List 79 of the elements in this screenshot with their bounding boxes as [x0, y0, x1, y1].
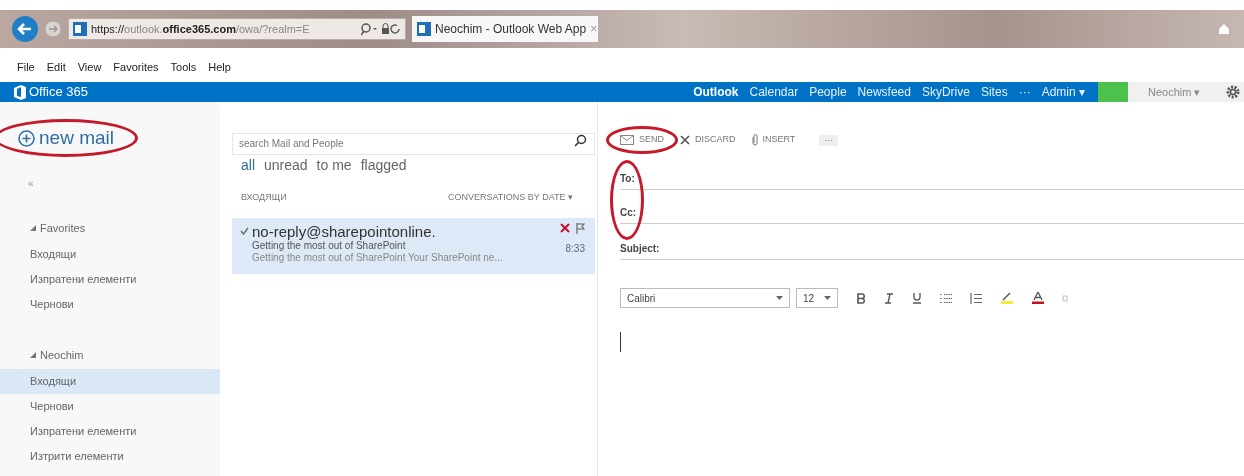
message-item[interactable]: no-reply@sharepointonline. Getting the most out of SharePoint Getting the most out of SharePoint Your SharePoint ne... 8:33	[232, 217, 595, 274]
highlight-icon[interactable]	[1000, 292, 1014, 304]
outlook-icon	[417, 22, 431, 36]
filter-tab[interactable]: to me	[316, 155, 352, 176]
filter-tab[interactable]: flagged	[360, 155, 407, 176]
text-cursor	[620, 332, 621, 352]
message-time: 8:33	[565, 241, 585, 256]
message-sender: no-reply@sharepointonline.	[252, 222, 436, 240]
discard-button[interactable]: DISCARD	[680, 133, 736, 147]
menu-item[interactable]: Edit	[46, 58, 66, 75]
address-bar[interactable]: https://outlook.office365.com/owa/?realm=E	[68, 18, 406, 40]
search-icon	[574, 134, 587, 147]
folder-item[interactable]: Входящи	[0, 369, 220, 394]
message-preview: Getting the most out of SharePoint Your SharePoint ne...	[252, 251, 504, 264]
outlook-icon	[73, 22, 87, 36]
send-button[interactable]: SEND	[620, 133, 664, 147]
browser-tab[interactable]: Neochim - Outlook Web App ×	[412, 16, 598, 42]
dropdown-caret-icon	[824, 296, 831, 300]
url-text: https://outlook.office365.com/owa/?realm=E	[91, 21, 310, 37]
nav-link[interactable]: Newsfeed	[857, 83, 911, 101]
sort-menu[interactable]: CONVERSATIONS BY DATE ▾	[447, 191, 573, 205]
menu-item[interactable]: File	[17, 58, 35, 75]
tab-title: Neochim - Outlook Web App	[435, 21, 587, 38]
nav-link[interactable]: Outlook	[693, 83, 739, 101]
office-logo-icon	[14, 84, 26, 100]
nav-link[interactable]: Calendar	[749, 83, 799, 101]
user-menu[interactable]: Neochim ▾	[1128, 82, 1226, 102]
field-label: Cc:	[620, 206, 637, 220]
nav-link[interactable]: Sites	[980, 83, 1008, 101]
folder-item[interactable]: Чернови	[0, 292, 220, 317]
paperclip-icon	[751, 134, 758, 146]
filter-tab[interactable]: unread	[264, 155, 308, 176]
envelope-icon	[620, 135, 634, 145]
menu-item[interactable]: Help	[208, 58, 231, 75]
close-icon	[680, 135, 690, 145]
search-field[interactable]: search Mail and People	[232, 132, 595, 155]
menu-item[interactable]: Favorites	[113, 58, 159, 75]
message-subject: Getting the most out of SharePoint	[252, 239, 406, 252]
font-color-icon[interactable]	[1032, 292, 1044, 304]
folder-group[interactable]: Neochim	[40, 346, 84, 364]
folder-item[interactable]: Изпратени елементи	[0, 419, 220, 444]
underline-icon[interactable]	[912, 292, 922, 304]
size-dropdown[interactable]: 12	[796, 288, 838, 308]
settings-icon	[1226, 82, 1244, 102]
folder-heading: ВХОДЯЩИ	[241, 191, 287, 204]
folder-group[interactable]: Favorites	[40, 219, 86, 237]
new-mail-button[interactable]: new mail	[18, 126, 114, 150]
flag-icon	[576, 222, 585, 234]
annotation-ellipse	[606, 126, 678, 154]
bullet-list-icon[interactable]	[940, 292, 952, 304]
dropdown-caret-icon	[776, 296, 783, 300]
filter-tab[interactable]: all	[241, 155, 255, 176]
nav-link[interactable]: Admin ▾	[1041, 83, 1085, 101]
plus-icon	[18, 129, 35, 147]
nav-link[interactable]: ···	[1018, 83, 1031, 101]
expand-toggle-icon[interactable]	[30, 225, 36, 231]
folder-item[interactable]: Чернови	[0, 394, 220, 419]
bold-icon[interactable]	[856, 292, 866, 304]
more-button[interactable]: ···	[819, 134, 839, 146]
nav-link[interactable]: SkyDrive	[921, 83, 970, 101]
field-label: To:	[620, 172, 635, 186]
back-button[interactable]	[12, 16, 38, 42]
folder-item[interactable]: Входящи	[0, 242, 220, 267]
numbered-list-icon[interactable]	[970, 292, 982, 304]
delete-icon	[560, 223, 570, 233]
address-controls-icon	[361, 22, 401, 36]
field-label: Subject:	[620, 242, 660, 256]
italic-icon[interactable]	[884, 292, 894, 304]
brand-title: Office 365	[29, 83, 89, 102]
insert-button[interactable]: INSERT	[751, 133, 796, 147]
status-block	[1098, 82, 1128, 102]
nav-link[interactable]: People	[809, 83, 847, 101]
menu-item[interactable]: View	[77, 58, 102, 75]
font-dropdown[interactable]: Calibri	[620, 288, 790, 308]
home-icon	[1218, 23, 1230, 35]
menu-item[interactable]: Tools	[170, 58, 197, 75]
folder-item[interactable]: Изтрити елементи	[0, 444, 220, 469]
folder-item[interactable]: Изпратени елементи	[0, 267, 220, 292]
expand-toggle-icon[interactable]	[30, 352, 36, 358]
